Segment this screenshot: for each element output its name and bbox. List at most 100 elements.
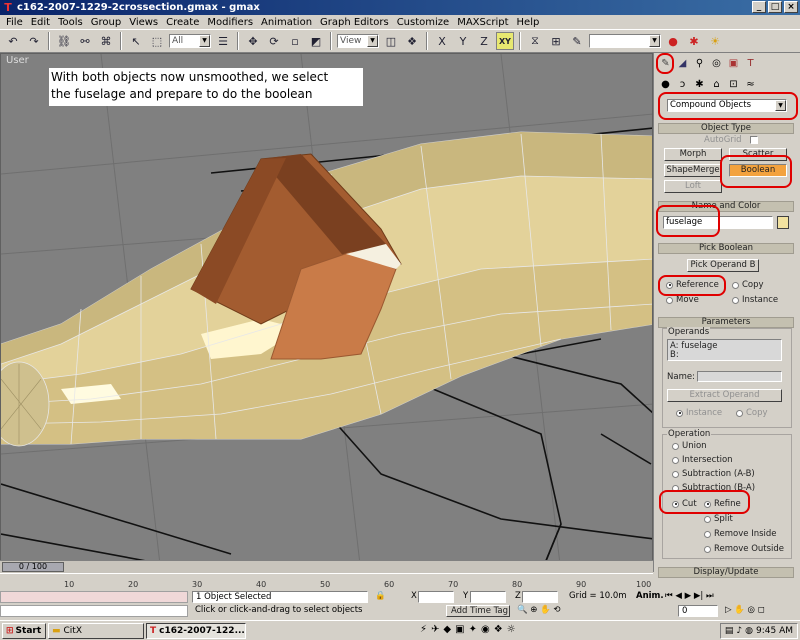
constraint-y-button[interactable]: Y (454, 32, 472, 50)
go-to-start-icon[interactable]: ⏮ (665, 591, 673, 601)
render-icon[interactable]: ✱ (685, 32, 703, 50)
tray-security-icon[interactable]: ◍ (745, 626, 753, 636)
remove-outside-radio[interactable]: Remove Outside (704, 544, 784, 554)
anim-label[interactable]: Anim. (633, 591, 664, 603)
redo-icon[interactable]: ↷ (25, 32, 43, 50)
helpers-icon[interactable]: ⊡ (726, 77, 741, 92)
maximize-button[interactable]: □ (768, 1, 782, 13)
tray-network-icon[interactable]: ▤ (725, 626, 734, 636)
quick-launch-icon[interactable]: ⚡ (420, 624, 427, 635)
menu-tools[interactable]: Tools (54, 17, 87, 28)
select-object-icon[interactable]: ↖ (127, 32, 145, 50)
clock[interactable]: 9:45 AM (756, 626, 793, 636)
next-frame-icon[interactable]: ▶| (694, 591, 703, 601)
tray-volume-icon[interactable]: ♪ (736, 626, 742, 636)
pan-icon[interactable]: ✋ (540, 605, 551, 615)
select-and-scale-icon[interactable]: ▫ (286, 32, 304, 50)
orbit-icon[interactable]: ◎ (748, 605, 755, 615)
operands-list[interactable]: A: fuselage B: (667, 339, 782, 361)
select-and-move-icon[interactable]: ✥ (244, 32, 262, 50)
lights-icon[interactable]: ✱ (692, 77, 707, 92)
time-slider[interactable]: 0 / 100 (0, 560, 653, 573)
add-time-tag-button[interactable]: Add Time Tag (446, 605, 510, 617)
reference-coordinate-dropdown[interactable]: View ▼ (337, 34, 379, 48)
pick-operand-b-button[interactable]: Pick Operand B (687, 259, 759, 272)
space-warps-icon[interactable]: ≈ (743, 77, 758, 92)
go-to-end-icon[interactable]: ⏭ (706, 591, 714, 601)
extract-instance-radio[interactable]: Instance (676, 408, 722, 418)
modify-tab-icon[interactable]: ◢ (675, 56, 690, 71)
select-and-squash-icon[interactable]: ◩ (307, 32, 325, 50)
minimize-button[interactable]: _ (752, 1, 766, 13)
move-radio[interactable]: Move (666, 295, 699, 305)
object-type-rollout[interactable]: Object Type (658, 123, 794, 134)
transform-gizmo-icon[interactable]: ❖ (403, 32, 421, 50)
title-bar[interactable]: T c162-2007-1229-2crossection.gmax - gma… (0, 0, 800, 15)
intersection-radio[interactable]: Intersection (672, 455, 733, 465)
cameras-icon[interactable]: ⌂ (709, 77, 724, 92)
quick-render-icon[interactable]: ☀ (706, 32, 724, 50)
geometry-icon[interactable]: ● (658, 77, 673, 92)
arc-rotate-icon[interactable]: ⟲ (553, 605, 560, 615)
shapemerge-button[interactable]: ShapeMerge (664, 164, 722, 177)
quick-launch-icon[interactable]: ❖ (494, 624, 503, 635)
zoom-all-icon[interactable]: ⊕ (530, 605, 537, 615)
y-coordinate-field[interactable] (470, 591, 506, 603)
operand-name-field[interactable] (697, 371, 782, 382)
user-viewport[interactable]: User With both objects now unsmoothed, w… (0, 53, 653, 572)
unlink-icon[interactable]: ⚯ (76, 32, 94, 50)
constraint-z-button[interactable]: Z (475, 32, 493, 50)
maximize-viewport-icon[interactable]: ◻ (758, 605, 765, 615)
x-coordinate-field[interactable] (418, 591, 454, 603)
track-bar[interactable]: 10 20 30 40 50 60 70 80 90 100 (0, 573, 653, 591)
undo-icon[interactable]: ↶ (4, 32, 22, 50)
field-of-view-icon[interactable]: ▷ (725, 605, 732, 615)
menu-edit[interactable]: Edit (27, 17, 54, 28)
split-radio[interactable]: Split (704, 514, 733, 524)
quick-launch-icon[interactable]: ☼ (507, 624, 516, 635)
select-and-rotate-icon[interactable]: ⟳ (265, 32, 283, 50)
menu-create[interactable]: Create (162, 17, 203, 28)
utilities-tab-icon[interactable]: T (743, 56, 758, 71)
morph-button[interactable]: Morph (664, 148, 722, 161)
menu-graph-editors[interactable]: Graph Editors (316, 17, 393, 28)
lock-selection-icon[interactable]: 🔒 (372, 591, 392, 603)
quick-launch-icon[interactable]: ◉ (481, 624, 490, 635)
extract-operand-button[interactable]: Extract Operand (667, 389, 782, 402)
current-frame-field[interactable]: 0 (678, 605, 718, 617)
menu-modifiers[interactable]: Modifiers (203, 17, 257, 28)
menu-help[interactable]: Help (513, 17, 544, 28)
pick-boolean-rollout[interactable]: Pick Boolean (658, 243, 794, 254)
time-slider-thumb[interactable]: 0 / 100 (2, 562, 64, 572)
copy-radio[interactable]: Copy (732, 280, 764, 290)
menu-group[interactable]: Group (87, 17, 125, 28)
menu-customize[interactable]: Customize (393, 17, 454, 28)
menu-maxscript[interactable]: MAXScript (453, 17, 512, 28)
subtraction-a-b-radio[interactable]: Subtraction (A-B) (672, 469, 755, 479)
close-button[interactable]: × (784, 1, 798, 13)
constraint-x-button[interactable]: X (433, 32, 451, 50)
rectangular-selection-icon[interactable]: ⬚ (148, 32, 166, 50)
select-and-link-icon[interactable]: ⛓ (55, 32, 73, 50)
quick-launch-icon[interactable]: ▣ (455, 624, 464, 635)
align-icon[interactable]: ⊞ (547, 32, 565, 50)
mirror-icon[interactable]: ⧖ (526, 32, 544, 50)
maxscript-output-mini[interactable] (0, 605, 188, 617)
maxscript-listener-mini[interactable] (0, 591, 188, 603)
display-tab-icon[interactable]: ▣ (726, 56, 741, 71)
taskbar-item-gmax[interactable]: T c162-2007-122... (146, 622, 246, 639)
zoom-icon[interactable]: 🔍 (517, 605, 528, 615)
material-editor-icon[interactable]: ● (664, 32, 682, 50)
menu-file[interactable]: File (2, 17, 27, 28)
quick-launch-icon[interactable]: ◆ (443, 624, 451, 635)
pivot-center-icon[interactable]: ◫ (382, 32, 400, 50)
named-selection-set-dropdown[interactable]: ▼ (589, 34, 661, 48)
start-button[interactable]: ⊞ Start (2, 622, 46, 639)
taskbar-item-citx[interactable]: ▬ CitX (48, 622, 144, 639)
union-radio[interactable]: Union (672, 441, 707, 451)
quick-launch-icon[interactable]: ✦ (469, 624, 477, 635)
constraint-xy-button[interactable]: XY (496, 32, 514, 50)
remove-inside-radio[interactable]: Remove Inside (704, 529, 777, 539)
bind-space-warp-icon[interactable]: ⌘ (97, 32, 115, 50)
play-icon[interactable]: ▶ (685, 591, 692, 601)
